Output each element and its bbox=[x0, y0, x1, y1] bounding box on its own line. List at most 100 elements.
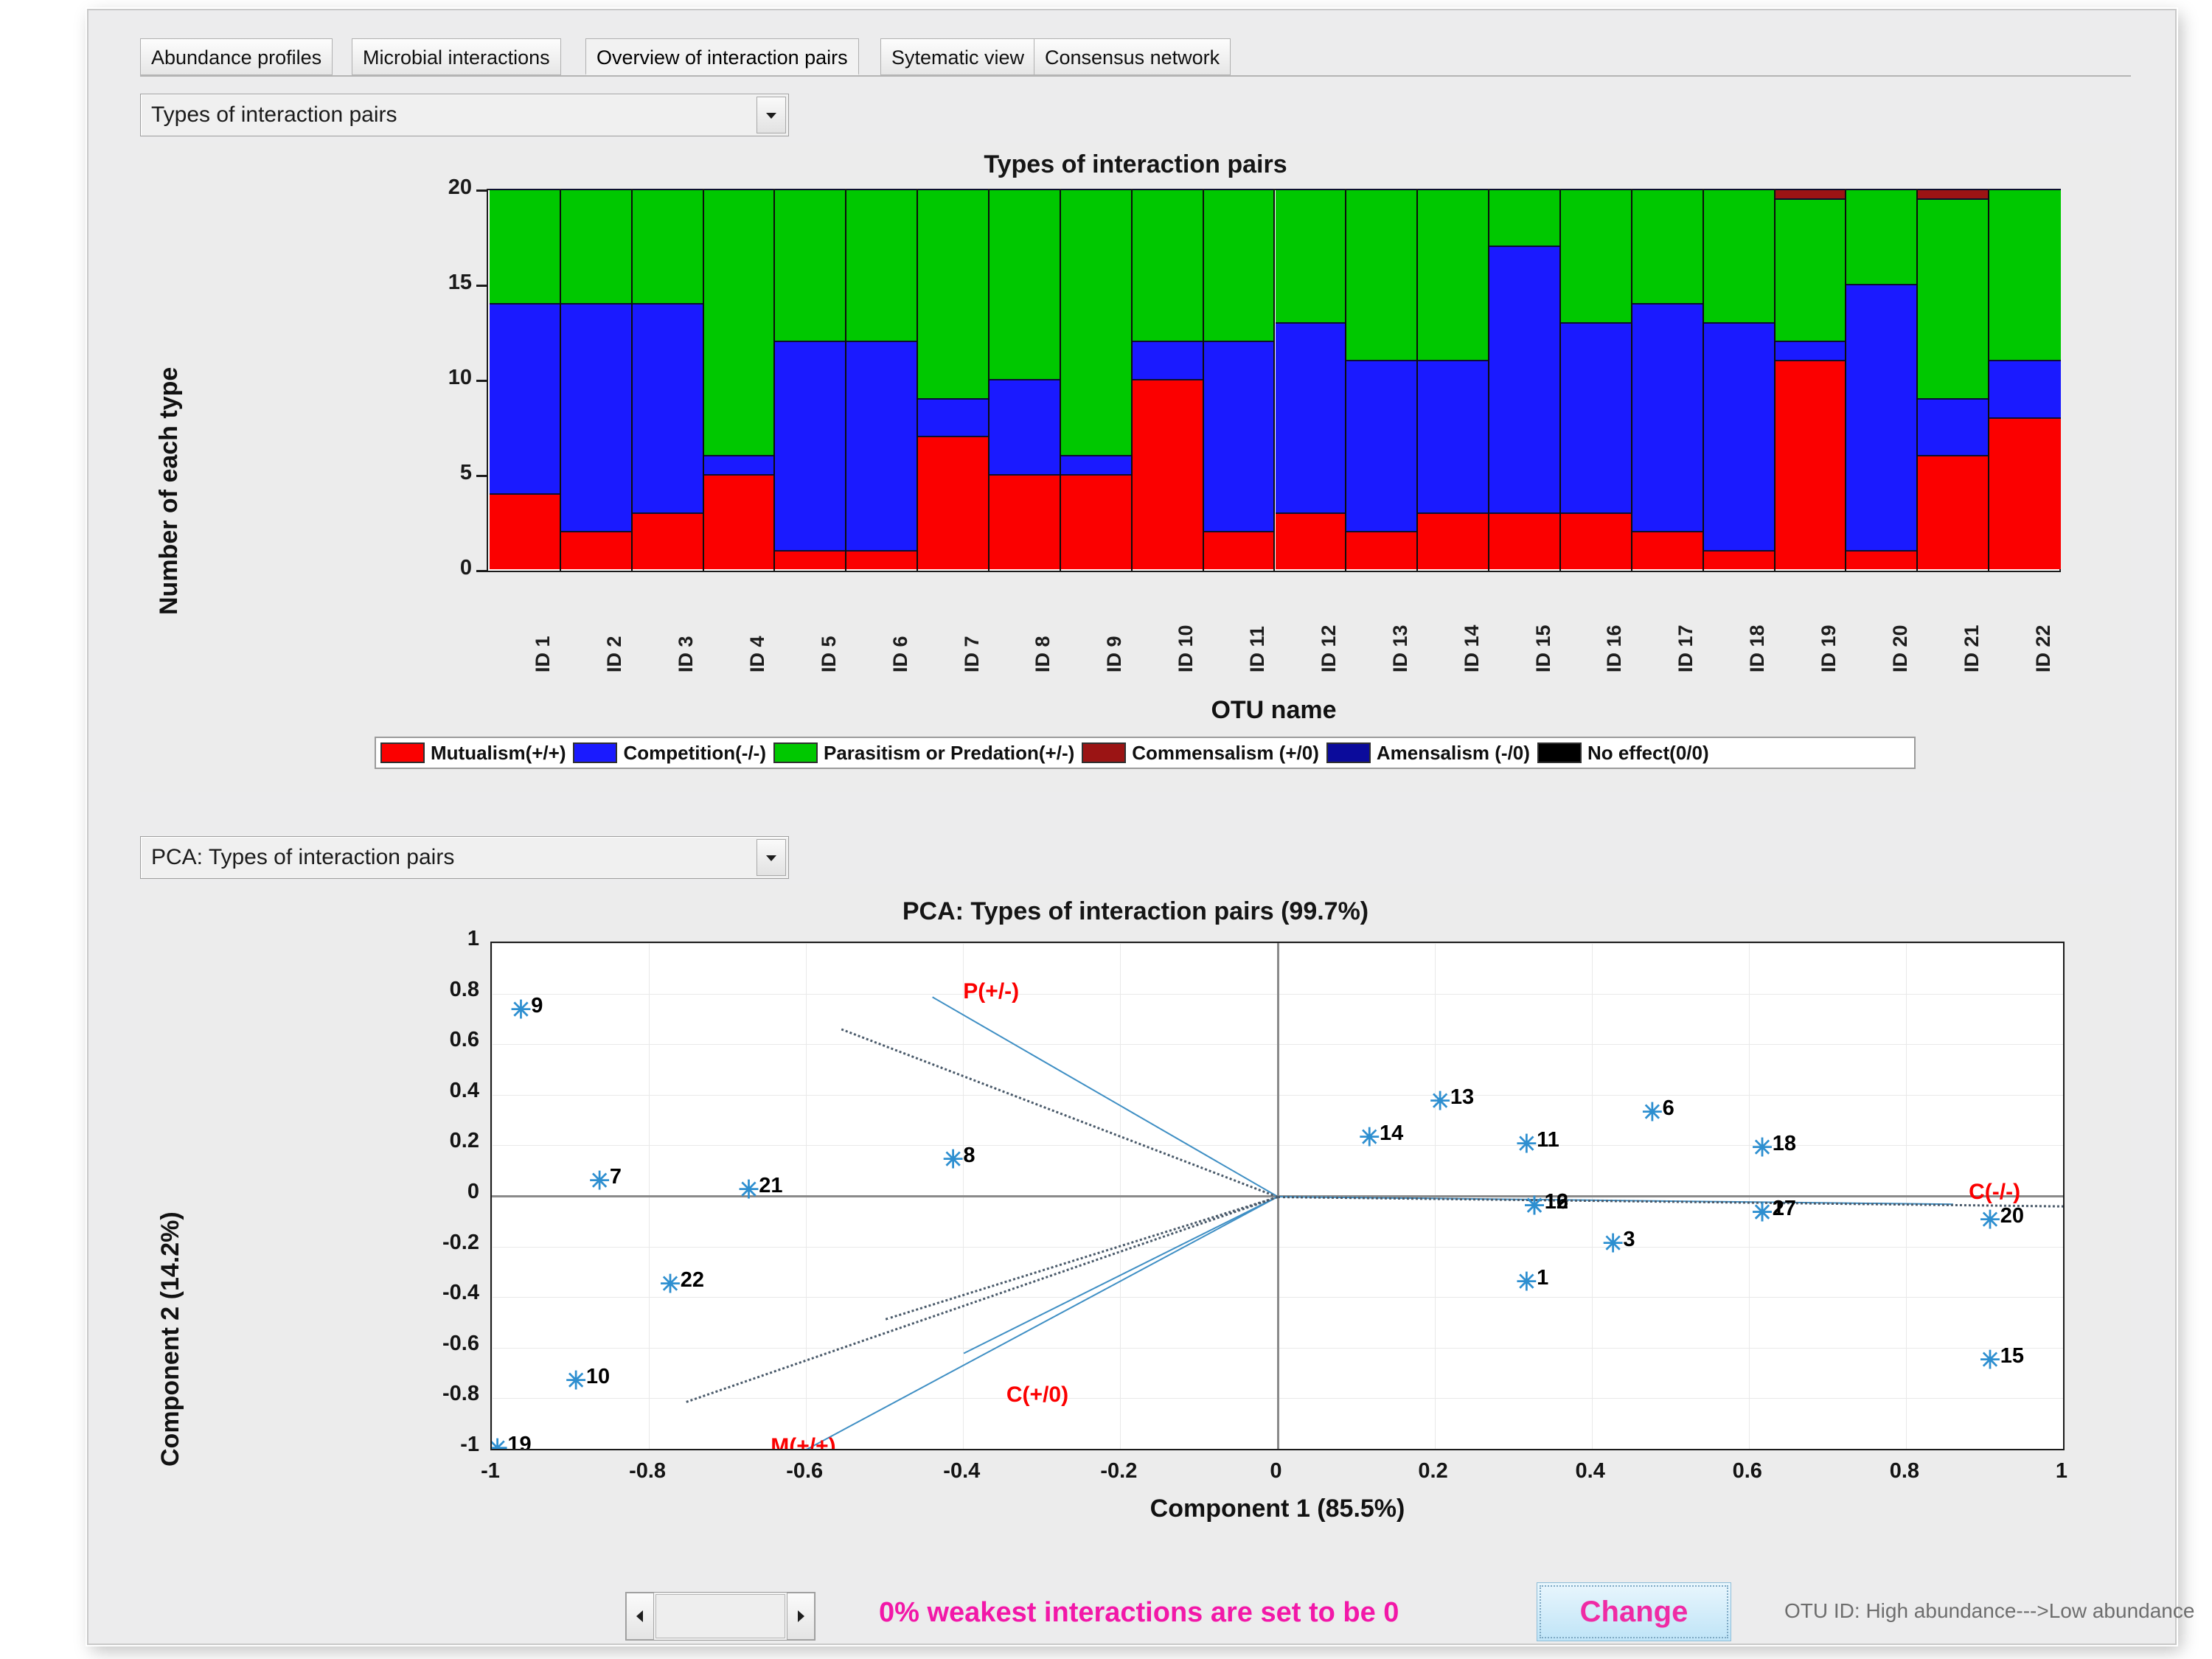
bar-segment bbox=[990, 189, 1060, 379]
pca-point-label: 22 bbox=[680, 1268, 704, 1293]
pca-point-label: 9 bbox=[531, 994, 543, 1018]
bar-segment bbox=[1275, 189, 1346, 322]
bar-segment bbox=[1775, 189, 1846, 198]
bar-segment bbox=[1775, 198, 1846, 341]
bar-segment bbox=[1918, 455, 1989, 569]
legend-item: Commensalism (+/0) bbox=[1082, 742, 1319, 765]
legend-label: No effect(0/0) bbox=[1587, 741, 1709, 764]
pca-x-tick-label: 0.6 bbox=[1732, 1459, 1762, 1483]
pca-vector-label: C(-/-) bbox=[1969, 1180, 2021, 1205]
bar-segment bbox=[632, 189, 703, 303]
bottom-plot-type-dropdown[interactable]: PCA: Types of interaction pairs bbox=[140, 836, 789, 879]
chevron-down-icon[interactable] bbox=[757, 97, 786, 133]
pca-gridline-horizontal bbox=[492, 1449, 2063, 1450]
bar-chart-x-tick-label: ID 16 bbox=[1603, 625, 1626, 672]
pca-x-tick-label: 0.8 bbox=[1889, 1459, 1920, 1483]
pca-y-tick-label: -0.8 bbox=[442, 1382, 479, 1406]
bar-chart-x-tick-label: ID 22 bbox=[2031, 625, 2054, 672]
bar-column bbox=[1632, 189, 1704, 571]
tab-overview-of-interaction-pairs[interactable]: Overview of interaction pairs bbox=[585, 38, 859, 75]
bar-chart-y-tick-label: 5 bbox=[459, 461, 472, 484]
pca-x-tick-label: 0 bbox=[1270, 1459, 1282, 1483]
bar-column bbox=[560, 189, 633, 571]
bar-column bbox=[846, 189, 919, 571]
bar-chart-x-tick-label: ID 14 bbox=[1460, 625, 1483, 672]
tab-label: Microbial interactions bbox=[363, 46, 550, 69]
pca-point-label: 1 bbox=[1537, 1265, 1549, 1290]
bar-segment bbox=[1632, 302, 1703, 532]
legend-label: Parasitism or Predation(+/-) bbox=[824, 741, 1075, 764]
legend-item: Parasitism or Predation(+/-) bbox=[773, 742, 1074, 765]
bar-chart-x-tick-label: ID 1 bbox=[532, 636, 554, 672]
bar-column bbox=[1346, 189, 1419, 571]
bar-chart-plot-area bbox=[487, 189, 2061, 572]
pca-point-label: 17 bbox=[1772, 1196, 1797, 1220]
top-plot-type-dropdown[interactable]: Types of interaction pairs bbox=[140, 94, 789, 136]
legend-swatch bbox=[1326, 742, 1371, 763]
tab-consensus-network[interactable]: Consensus network bbox=[1034, 38, 1231, 75]
bar-chart-x-tick-label: ID 8 bbox=[1032, 636, 1054, 672]
bar-segment bbox=[1775, 341, 1846, 361]
bar-segment bbox=[1560, 189, 1631, 322]
bar-segment bbox=[1846, 189, 1917, 284]
pca-y-tick-label: -1 bbox=[460, 1433, 479, 1456]
legend-swatch bbox=[773, 742, 818, 763]
bar-segment bbox=[1060, 455, 1131, 474]
bar-column bbox=[1846, 189, 1919, 571]
slider-right-arrow-icon[interactable] bbox=[787, 1593, 815, 1640]
bar-segment bbox=[918, 189, 989, 398]
slider-left-arrow-icon[interactable] bbox=[626, 1593, 654, 1640]
bar-column bbox=[632, 189, 704, 571]
bar-segment bbox=[1489, 512, 1559, 569]
bar-column bbox=[703, 189, 776, 571]
bottom-dropdown-value: PCA: Types of interaction pairs bbox=[151, 845, 455, 869]
pca-point-label: 11 bbox=[1537, 1127, 1559, 1152]
bar-chart-y-tick-label: 10 bbox=[448, 366, 472, 389]
bar-segment bbox=[1203, 189, 1274, 341]
threshold-slider[interactable] bbox=[625, 1592, 815, 1641]
pca-y-axis-label: Component 2 (14.2%) bbox=[156, 1211, 184, 1467]
bar-segment bbox=[1346, 531, 1417, 569]
chevron-down-icon[interactable] bbox=[757, 839, 786, 876]
bar-segment bbox=[990, 379, 1060, 474]
bar-column bbox=[1275, 189, 1347, 571]
bar-segment bbox=[1918, 189, 1989, 198]
bar-segment bbox=[775, 341, 846, 551]
pca-gridline-vertical bbox=[2063, 943, 2064, 1449]
bar-chart-y-tick-label: 0 bbox=[459, 556, 472, 580]
pca-x-tick-label: 1 bbox=[2055, 1459, 2068, 1483]
pca-point-label: 14 bbox=[1380, 1121, 1404, 1146]
bar-segment bbox=[918, 397, 989, 437]
pca-vector-label: M(+/+) bbox=[771, 1434, 836, 1450]
pca-x-tick-label: -0.6 bbox=[786, 1459, 824, 1483]
pca-y-tick-label: 0.8 bbox=[449, 977, 479, 1001]
bar-segment bbox=[632, 512, 703, 569]
legend-item: Mutualism(+/+) bbox=[380, 742, 566, 765]
legend-item: Competition(-/-) bbox=[573, 742, 766, 765]
bar-chart-x-tick-label: ID 17 bbox=[1674, 625, 1697, 672]
pca-x-axis-label: Component 1 (85.5%) bbox=[1150, 1495, 1405, 1523]
bar-column bbox=[1560, 189, 1632, 571]
slider-track[interactable] bbox=[655, 1594, 785, 1638]
bar-chart-x-axis-label: OTU name bbox=[1211, 696, 1337, 724]
bar-segment bbox=[1132, 189, 1203, 341]
bar-segment bbox=[775, 550, 846, 569]
pca-y-tick-label: -0.4 bbox=[442, 1281, 479, 1305]
bar-column bbox=[1703, 189, 1775, 571]
bar-chart-x-tick-label: ID 4 bbox=[746, 636, 769, 672]
top-dropdown-value: Types of interaction pairs bbox=[151, 102, 397, 127]
legend-label: Mutualism(+/+) bbox=[431, 741, 566, 764]
bar-chart-y-tick-label: 15 bbox=[448, 271, 472, 294]
bar-segment bbox=[1418, 512, 1489, 569]
pca-point-label: 19 bbox=[507, 1433, 532, 1450]
change-button[interactable]: Change bbox=[1537, 1582, 1731, 1641]
pca-loading-vector bbox=[805, 1196, 1278, 1449]
bar-segment bbox=[1060, 189, 1131, 456]
tab-sytematic-view[interactable]: Sytematic view bbox=[880, 38, 1036, 75]
tab-label: Sytematic view bbox=[891, 46, 1025, 69]
legend-swatch bbox=[380, 742, 425, 763]
bar-chart-x-tick-label: ID 9 bbox=[1103, 636, 1126, 672]
bar-chart-x-tick-label: ID 15 bbox=[1531, 625, 1554, 672]
tab-microbial-interactions[interactable]: Microbial interactions bbox=[352, 38, 561, 75]
tab-abundance-profiles[interactable]: Abundance profiles bbox=[140, 38, 333, 75]
